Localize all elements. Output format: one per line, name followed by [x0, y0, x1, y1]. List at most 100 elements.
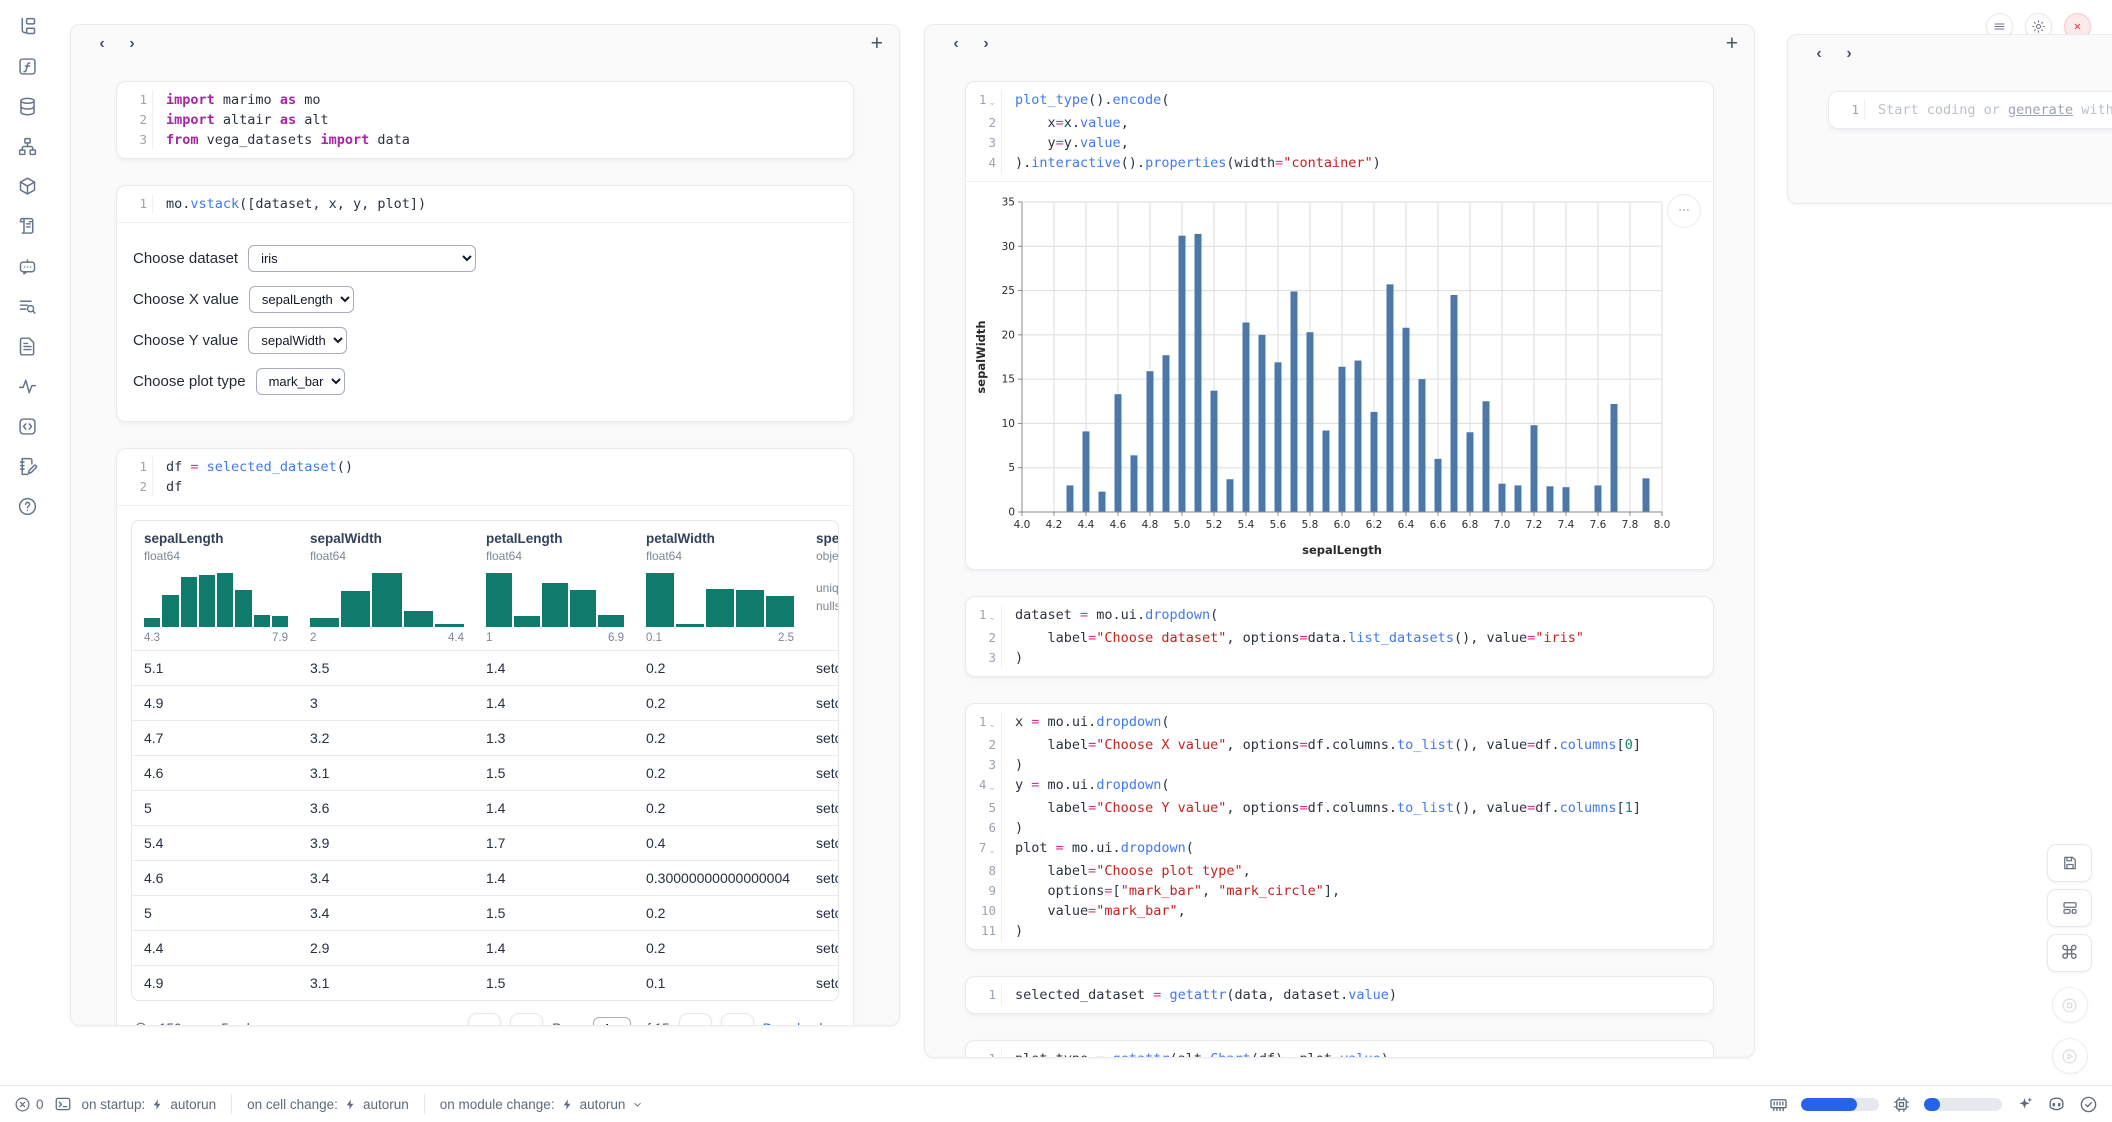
file-tree-icon[interactable] [14, 13, 41, 40]
code-cell-xyplot-dropdowns[interactable]: 1⌄x = mo.ui.dropdown(2 label="Choose X v… [965, 703, 1714, 950]
line-number: 3 [966, 648, 1002, 668]
fold-chevron-icon[interactable]: ⌄ [988, 608, 996, 628]
code-line: 11) [966, 921, 1713, 941]
table-row[interactable]: 4.73.21.30.2setos [132, 720, 838, 755]
table-row[interactable]: 5.43.91.70.4setos [132, 825, 838, 860]
page-select[interactable]: 1 [593, 1017, 631, 1026]
scratchpad-icon[interactable] [14, 213, 41, 240]
code-editor[interactable]: 1plot_type = getattr(alt.Chart(df), plot… [966, 1041, 1713, 1057]
panel-body: 1⌄plot_type().encode(2 x=x.value,3 y=y.v… [925, 63, 1754, 1057]
help-icon[interactable] [14, 493, 41, 520]
code-editor[interactable]: 1selected_dataset = getattr(data, datase… [966, 977, 1713, 1013]
code-line: 4⌄y = mo.ui.dropdown( [966, 775, 1713, 798]
code-cell-dataframe[interactable]: 1df = selected_dataset()2df sepalLengthf… [116, 448, 854, 1025]
dropdown-choose-y-value[interactable]: sepalWidth [248, 327, 347, 354]
search-icon[interactable] [133, 1020, 150, 1026]
error-indicator[interactable]: 0 [14, 1096, 44, 1113]
code-editor[interactable]: 1Start coding or generate with [1829, 92, 2112, 128]
panel-prev-button[interactable]: ‹ [941, 35, 971, 53]
fold-chevron-icon[interactable]: ⌄ [988, 93, 996, 113]
connection-status-button[interactable] [2079, 1095, 2098, 1114]
code-line: 1selected_dataset = getattr(data, datase… [966, 985, 1713, 1005]
package-icon[interactable] [14, 173, 41, 200]
dependency-graph-icon[interactable] [14, 133, 41, 160]
svg-text:5.2: 5.2 [1206, 519, 1223, 531]
code-editor[interactable]: 1⌄plot_type().encode(2 x=x.value,3 y=y.v… [966, 82, 1713, 181]
panel-prev-button[interactable]: ‹ [87, 35, 117, 53]
code-cell-vstack[interactable]: 1mo.vstack([dataset, x, y, plot]) Choose… [116, 185, 854, 422]
download-button[interactable]: Download⌄ [763, 1020, 837, 1025]
table-row[interactable]: 53.61.40.2setos [132, 790, 838, 825]
last-page-button[interactable]: » [721, 1013, 754, 1025]
panel-next-button[interactable]: › [117, 35, 147, 53]
dropdown-choose-x-value[interactable]: sepalLength [249, 286, 354, 313]
table-row[interactable]: 4.42.91.40.2setos [132, 930, 838, 965]
table-row[interactable]: 53.41.50.2setos [132, 895, 838, 930]
dropdown-choose-plot-type[interactable]: mark_bar [256, 368, 345, 395]
autorun-toggle[interactable]: on cell change:autorun [247, 1097, 409, 1112]
chatbot-icon[interactable] [14, 253, 41, 280]
empty-code-cell[interactable]: 1Start coding or generate with [1828, 91, 2112, 129]
code-editor[interactable]: 1⌄dataset = mo.ui.dropdown(2 label="Choo… [966, 597, 1713, 676]
code-editor[interactable]: 1df = selected_dataset()2df [117, 449, 853, 505]
autorun-toggle[interactable]: on startup:autorun [82, 1097, 217, 1112]
column-panel-left: ‹ › + 1import marimo as mo2import altair… [70, 24, 900, 1026]
svg-text:35: 35 [1002, 197, 1015, 209]
fold-chevron-icon[interactable]: ⌄ [988, 715, 996, 735]
table-row[interactable]: 4.63.11.50.2setos [132, 755, 838, 790]
copilot-button[interactable] [2047, 1095, 2066, 1114]
table-row[interactable]: 4.93.11.50.1setos [132, 965, 838, 1000]
bar-chart[interactable]: 4.04.24.44.64.85.05.25.45.65.86.06.26.46… [972, 190, 1678, 562]
database-icon[interactable] [14, 93, 41, 120]
layout-button[interactable] [2047, 889, 2092, 927]
panel-next-button[interactable]: › [971, 35, 1001, 53]
status-left: 0 on startup:autorun on cell change:autoru… [14, 1094, 644, 1114]
table-column-header[interactable]: sepalLengthfloat644.37.9 [132, 521, 298, 650]
first-page-button[interactable]: « [468, 1013, 501, 1025]
tracing-icon[interactable] [14, 373, 41, 400]
code-editor[interactable]: 1import marimo as mo2import altair as al… [117, 82, 853, 158]
table-header-row: sepalLengthfloat644.37.9sepalWidthfloat6… [132, 521, 838, 650]
documentation-icon[interactable] [14, 333, 41, 360]
code-cell-selected-dataset[interactable]: 1selected_dataset = getattr(data, datase… [965, 976, 1714, 1014]
table-column-header[interactable]: speciobjecuniqunulls: [804, 521, 838, 650]
save-button[interactable] [2047, 844, 2092, 882]
next-page-button[interactable]: › [679, 1013, 712, 1025]
svg-text:20: 20 [1002, 329, 1015, 341]
panel-next-button[interactable]: › [1834, 45, 1864, 63]
snippets-icon[interactable] [14, 413, 41, 440]
table-row[interactable]: 4.931.40.2setos [132, 685, 838, 720]
code-cell-dataset-dropdown[interactable]: 1⌄dataset = mo.ui.dropdown(2 label="Choo… [965, 596, 1714, 677]
panel-prev-button[interactable]: ‹ [1804, 45, 1834, 63]
fold-chevron-icon[interactable]: ⌄ [988, 778, 996, 798]
code-editor[interactable]: 1mo.vstack([dataset, x, y, plot]) [117, 186, 853, 222]
add-cell-button[interactable]: + [871, 32, 883, 56]
table-column-header[interactable]: petalLengthfloat6416.9 [474, 521, 634, 650]
prev-page-button[interactable]: ‹ [510, 1013, 543, 1025]
notebook-edit-icon[interactable] [14, 453, 41, 480]
autorun-toggle[interactable]: on module change:autorun [440, 1097, 645, 1112]
svg-text:5.6: 5.6 [1270, 519, 1287, 531]
code-cell-chart[interactable]: 1⌄plot_type().encode(2 x=x.value,3 y=y.v… [965, 81, 1714, 570]
code-cell-imports[interactable]: 1import marimo as mo2import altair as al… [116, 81, 854, 159]
table-row[interactable]: 4.63.41.40.30000000000000004setos [132, 860, 838, 895]
dropdown-choose-dataset[interactable]: iris [248, 245, 476, 272]
table-column-header[interactable]: sepalWidthfloat6424.4 [298, 521, 474, 650]
terminal-button[interactable] [54, 1095, 72, 1113]
table-column-header[interactable]: petalWidthfloat640.12.5 [634, 521, 804, 650]
code-editor[interactable]: 1⌄x = mo.ui.dropdown(2 label="Choose X v… [966, 704, 1713, 949]
logs-icon[interactable] [14, 293, 41, 320]
table-row[interactable]: 5.13.51.40.2setos [132, 650, 838, 685]
chart-actions-button[interactable] [1667, 194, 1701, 228]
keyboard-shortcuts-button[interactable]: ⌘ [2047, 934, 2092, 972]
fold-chevron-icon[interactable]: ⌄ [988, 841, 996, 861]
stop-button[interactable] [2052, 987, 2088, 1023]
line-number: 2 [117, 477, 153, 497]
ai-assistant-button[interactable] [2015, 1095, 2034, 1114]
ellipsis-icon [1675, 201, 1693, 222]
code-cell-plot-type[interactable]: 1plot_type = getattr(alt.Chart(df), plot… [965, 1040, 1714, 1057]
code-line: 9 options=["mark_bar", "mark_circle"], [966, 881, 1713, 901]
run-all-button[interactable] [2052, 1038, 2088, 1074]
add-cell-button[interactable]: + [1726, 32, 1738, 56]
functions-icon[interactable] [14, 53, 41, 80]
